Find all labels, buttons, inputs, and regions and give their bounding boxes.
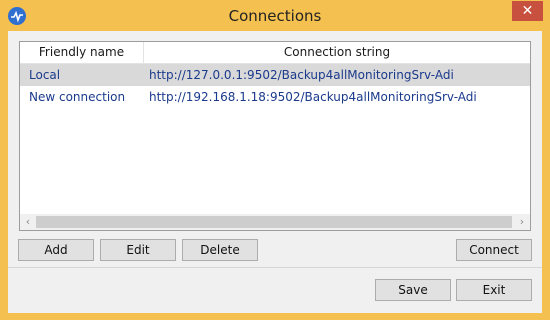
table-row[interactable]: Local http://127.0.0.1:9502/Backup4allMo… (20, 64, 530, 86)
delete-button[interactable]: Delete (182, 239, 258, 261)
table-row[interactable]: New connection http://192.168.1.18:9502/… (20, 86, 530, 108)
column-header-friendly-name[interactable]: Friendly name (20, 42, 144, 63)
scroll-left-icon[interactable]: ‹ (20, 214, 36, 230)
row-friendly-name: Local (29, 68, 61, 82)
title-bar[interactable]: Connections ✕ (0, 0, 550, 31)
dialog-client-area: Friendly name Connection string Local ht… (8, 31, 542, 313)
scrollbar-thumb[interactable] (36, 216, 512, 228)
row-friendly-name: New connection (29, 90, 126, 104)
scroll-right-icon[interactable]: › (514, 214, 530, 230)
connections-window: Connections ✕ Friendly name Connection s… (0, 0, 550, 320)
connections-grid[interactable]: Friendly name Connection string Local ht… (19, 41, 531, 231)
close-button[interactable]: ✕ (512, 1, 543, 21)
window-title: Connections (228, 7, 322, 25)
row-connection-string: http://127.0.0.1:9502/Backup4allMonitori… (149, 68, 454, 82)
connect-button[interactable]: Connect (456, 239, 532, 261)
close-icon: ✕ (521, 3, 534, 19)
column-header-connection-string[interactable]: Connection string (144, 42, 530, 63)
add-button[interactable]: Add (18, 239, 94, 261)
grid-header: Friendly name Connection string (20, 42, 530, 64)
row-connection-string: http://192.168.1.18:9502/Backup4allMonit… (149, 90, 477, 104)
footer-divider (8, 267, 542, 268)
edit-button[interactable]: Edit (100, 239, 176, 261)
save-button[interactable]: Save (375, 279, 451, 301)
horizontal-scrollbar[interactable]: ‹ › (20, 214, 530, 230)
exit-button[interactable]: Exit (456, 279, 532, 301)
